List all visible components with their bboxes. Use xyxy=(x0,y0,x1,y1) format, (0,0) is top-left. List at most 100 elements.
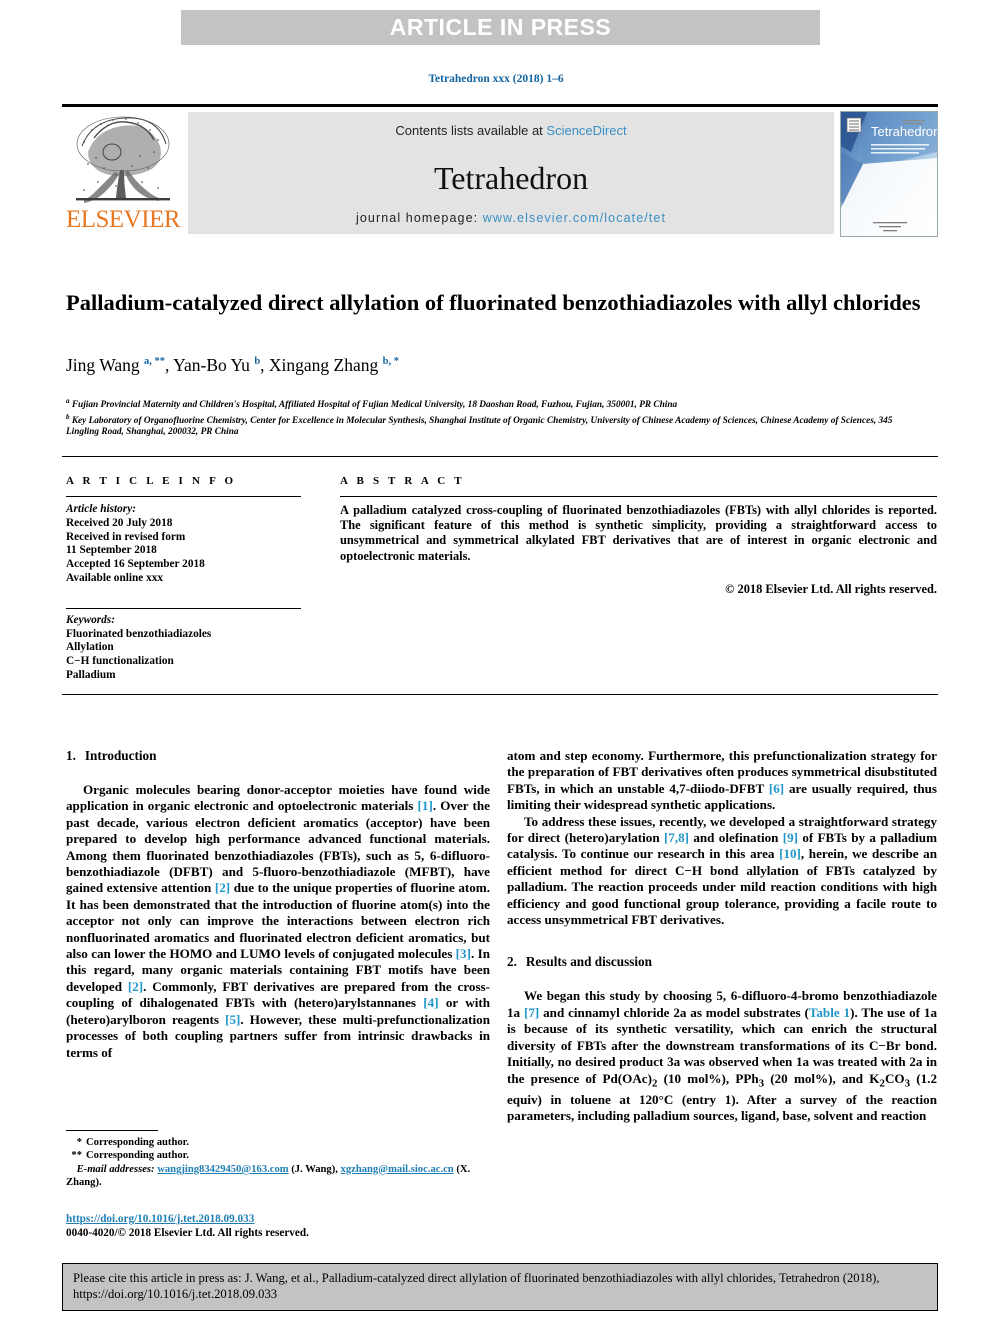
body-column-left: 1. Introduction Organic molecules bearing… xyxy=(66,748,490,1061)
doi-link[interactable]: https://doi.org/10.1016/j.tet.2018.09.03… xyxy=(66,1213,254,1225)
journal-homepage-link[interactable]: www.elsevier.com/locate/tet xyxy=(483,211,666,225)
keywords-block: Keywords: Fluorinated benzothiadiazoles … xyxy=(66,607,301,683)
journal-title: Tetrahedron xyxy=(433,160,589,196)
abstract-column: A B S T R A C T A palladium catalyzed cr… xyxy=(340,475,937,597)
footnote-text: Corresponding author. xyxy=(86,1150,190,1162)
footnote-marker: ** xyxy=(71,1150,82,1162)
elsevier-logo: ELSEVIER xyxy=(62,107,184,234)
keywords-label: Keywords: xyxy=(66,613,115,626)
par-text: (20 mol%), and K xyxy=(764,1070,880,1086)
email-link-wang[interactable]: wangjing83429450@163.com xyxy=(157,1164,288,1175)
compound-label: 2a xyxy=(909,1054,923,1070)
citation-ref[interactable]: [3] xyxy=(456,946,471,961)
body-column-right: atom and step economy. Furthermore, this… xyxy=(507,748,937,1124)
affiliations: a Fujian Provincial Maternity and Childr… xyxy=(66,396,926,439)
par-text: (10 mol%), PPh xyxy=(657,1070,759,1086)
abstract-rule xyxy=(340,496,937,497)
article-history-block: Article history: Received 20 July 2018 R… xyxy=(66,503,301,586)
masthead-center-panel: Contents lists available at ScienceDirec… xyxy=(188,112,834,234)
section-number: 2. xyxy=(507,954,517,970)
journal-reference-line: Tetrahedron xxx (2018) 1–6 xyxy=(428,73,564,85)
sciencedirect-link[interactable]: ScienceDirect xyxy=(546,123,626,138)
citation-ref[interactable]: [4] xyxy=(423,995,438,1010)
homepage-prefix: journal homepage: xyxy=(355,211,483,225)
cite-article-footer: Please cite this article in press as: J.… xyxy=(62,1263,938,1311)
footnote-corresponding-2: ** Corresponding author. xyxy=(66,1149,490,1162)
article-info-heading: A R T I C L E I N F O xyxy=(66,475,237,487)
intro-paragraph-2: atom and step economy. Furthermore, this… xyxy=(507,748,937,814)
author-affil-marker: a, ** xyxy=(144,356,165,368)
doi-block: https://doi.org/10.1016/j.tet.2018.09.03… xyxy=(66,1212,490,1240)
author-yan-bo-yu: Yan-Bo Yu b xyxy=(173,355,261,375)
contents-lists-line: Contents lists available at ScienceDirec… xyxy=(188,123,834,138)
footnote-text: Corresponding author. xyxy=(86,1137,190,1148)
par-text: and olefination xyxy=(689,830,783,846)
copyright-line: © 2018 Elsevier Ltd. All rights reserved… xyxy=(725,581,937,596)
compound-label: 3a xyxy=(667,1054,681,1070)
section-title: Introduction xyxy=(84,748,157,763)
compound-label: 2a xyxy=(673,1004,687,1020)
citation-ref[interactable]: [1] xyxy=(418,798,433,813)
par-text: as model substrates ( xyxy=(686,1004,809,1020)
footnote-corresponding-1: * Corresponding author. xyxy=(66,1136,490,1149)
elsevier-tree-icon xyxy=(76,116,170,203)
abstract-heading: A B S T R A C T xyxy=(340,475,465,487)
email-link-zhang[interactable]: xgzhang@mail.sioc.ac.cn xyxy=(341,1164,454,1175)
history-line: Available online xxx xyxy=(66,571,164,584)
par-text: CO xyxy=(884,1070,905,1086)
affiliation-a: a Fujian Provincial Maternity and Childr… xyxy=(66,396,926,412)
affiliation-b-text: Key Laboratory of Organofluorine Chemist… xyxy=(66,415,893,438)
section-heading-introduction: 1. Introduction xyxy=(66,748,490,764)
citation-ref[interactable]: [2] xyxy=(215,880,230,895)
keyword-item: C−H functionalization xyxy=(66,655,174,668)
page-title: Palladium-catalyzed direct allylation of… xyxy=(66,290,921,315)
article-history-label: Article history: xyxy=(66,503,136,515)
results-paragraph-1: We began this study by choosing 5, 6-dif… xyxy=(507,988,937,1124)
section-title: Results and discussion xyxy=(525,954,652,970)
citation-ref[interactable]: [7,8] xyxy=(664,830,689,845)
intro-paragraph-1: Organic molecules bearing donor-acceptor… xyxy=(66,782,490,1061)
article-in-press-label: ARTICLE IN PRESS xyxy=(389,14,612,40)
svg-text:Tetrahedron: Tetrahedron xyxy=(871,124,937,139)
keyword-item: Palladium xyxy=(66,668,116,681)
citation-ref[interactable]: [6] xyxy=(769,781,784,796)
history-line: Received in revised form xyxy=(66,530,186,543)
citation-ref[interactable]: [7] xyxy=(524,1005,539,1020)
keyword-item: Allylation xyxy=(66,641,114,654)
contents-prefix: Contents lists available at xyxy=(395,123,547,138)
par-text: was observed when xyxy=(680,1054,796,1070)
elsevier-wordmark: ELSEVIER xyxy=(65,206,181,233)
footnotes-block: * Corresponding author. ** Corresponding a… xyxy=(66,1136,490,1190)
author-list: Jing Wang a, **, Yan-Bo Yu b, Xingang Zh… xyxy=(66,355,936,376)
keywords-rule xyxy=(66,607,301,609)
affiliation-b: b Key Laboratory of Organofluorine Chemi… xyxy=(66,412,926,439)
compound-label: 1a xyxy=(507,1004,521,1020)
footnote-marker: * xyxy=(76,1137,82,1148)
affiliation-marker-b: b xyxy=(66,412,70,421)
history-line: Accepted 16 September 2018 xyxy=(66,558,205,571)
history-line: 11 September 2018 xyxy=(66,544,157,557)
author-sep: , xyxy=(165,355,174,375)
citation-ref[interactable]: [2] xyxy=(128,979,143,994)
citation-ref[interactable]: [10] xyxy=(779,846,801,861)
table-ref[interactable]: Table 1 xyxy=(809,1005,850,1020)
abstract-text: A palladium catalyzed cross-coupling of … xyxy=(340,503,937,563)
journal-masthead: ELSEVIER Contents lists available at Sci… xyxy=(62,104,938,237)
article-in-press-banner: ARTICLE IN PRESS xyxy=(181,10,820,45)
footnote-divider xyxy=(66,1130,158,1131)
par-text: ). The use of xyxy=(850,1004,924,1020)
author-affil-marker: b, * xyxy=(382,356,399,368)
journal-cover-thumbnail: Tetrahedron xyxy=(840,111,938,237)
par-text: We began this study by choosing 5, 6-dif… xyxy=(524,988,937,1004)
article-info-rule xyxy=(66,496,301,497)
par-text: was treated with xyxy=(809,1054,910,1070)
band-divider-bottom xyxy=(62,694,938,695)
citation-ref[interactable]: [9] xyxy=(783,830,798,845)
section-heading-results: 2. Results and discussion xyxy=(507,954,937,970)
keyword-item: Fluorinated benzothiadiazoles xyxy=(66,627,212,640)
citation-ref[interactable]: [5] xyxy=(225,1012,240,1027)
band-divider-top xyxy=(62,456,938,457)
author-xingang-zhang: Xingang Zhang b, * xyxy=(268,355,399,375)
journal-cover-image: Tetrahedron xyxy=(841,112,937,236)
